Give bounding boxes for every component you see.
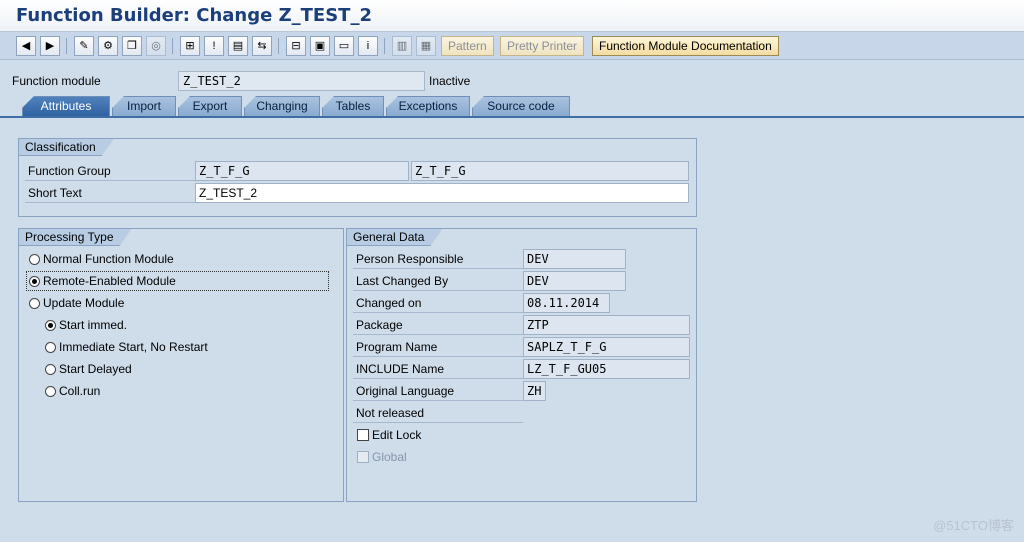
collective-run-label: Coll.run [59,384,101,398]
tab-changing[interactable]: Changing [244,96,320,116]
stack-icon[interactable]: ▦ [416,36,436,56]
radio-icon [45,363,56,375]
watermark: @51CTO博客 [933,518,1014,533]
include-name-label: INCLUDE Name [353,359,523,379]
radio-icon [45,341,56,353]
program-name-label: Program Name [353,337,523,357]
immediate-start-no-restart-radio[interactable]: Immediate Start, No Restart [45,337,208,357]
activate-icon[interactable]: ⚙ [98,36,118,56]
include-name-field: LZ_T_F_GU05 [523,359,690,379]
forward-arrow-icon[interactable]: ▶ [40,36,60,56]
person-responsible-field: DEV [523,249,626,269]
radio-icon [45,385,56,397]
remote-enabled-module-radio[interactable]: Remote-Enabled Module [29,271,176,291]
last-changed-by-label: Last Changed By [353,271,523,291]
changed-on-field: 08.11.2014 [523,293,610,313]
function-group-field[interactable]: Z_T_F_G [195,161,409,181]
classification-group: Classification Function Group Z_T_F_G Z_… [18,138,697,217]
frame-icon[interactable]: ▣ [310,36,330,56]
edit-lock-label: Edit Lock [372,428,422,442]
immediate-start-no-restart-label: Immediate Start, No Restart [59,340,208,354]
tab-source-code[interactable]: Source code [472,96,570,116]
original-language-field: ZH [523,381,546,401]
update-module-radio[interactable]: Update Module [29,293,124,313]
pattern-button[interactable]: Pattern [441,36,494,56]
changed-on-label: Changed on [353,293,523,313]
function-module-label: Function module [12,74,101,88]
start-delayed-radio[interactable]: Start Delayed [45,359,132,379]
checkbox-icon [357,429,369,441]
normal-function-module-radio[interactable]: Normal Function Module [29,249,174,269]
general-data-title: General Data [347,229,442,246]
program-name-field: SAPLZ_T_F_G [523,337,690,357]
toolbar-separator [278,38,279,54]
collective-run-radio[interactable]: Coll.run [45,381,100,401]
radio-selected-icon [29,275,40,287]
activation-status: Inactive [429,74,471,88]
function-group-label: Function Group [25,161,195,181]
display-object-list-icon[interactable]: ! [204,36,224,56]
function-group-text: Z_T_F_G [411,161,689,181]
tab-tables[interactable]: Tables [322,96,384,116]
print-icon[interactable]: ⊟ [286,36,306,56]
person-responsible-label: Person Responsible [353,249,523,269]
short-text-field[interactable]: Z_TEST_2 [195,183,689,203]
original-language-label: Original Language [353,381,523,401]
tab-exceptions[interactable]: Exceptions [386,96,470,116]
last-changed-by-field: DEV [523,271,626,291]
info-icon[interactable]: i [358,36,378,56]
package-field: ZTP [523,315,690,335]
global-checkbox: Global [357,447,407,467]
where-used-icon[interactable]: ◎ [146,36,166,56]
start-immediately-radio[interactable]: Start immed. [45,315,127,335]
processing-type-title: Processing Type [19,229,132,246]
release-status: Not released [353,403,523,423]
package-label: Package [353,315,523,335]
global-label: Global [372,450,407,464]
navigate-icon[interactable]: ⊞ [180,36,200,56]
tab-attributes[interactable]: Attributes [22,96,110,116]
toolbar-separator [384,38,385,54]
insert-icon[interactable]: ▤ [228,36,248,56]
tab-import[interactable]: Import [112,96,176,116]
application-toolbar: ◀ ▶ ✎ ⚙ ❐ ◎ ⊞ ! ▤ ⇆ ⊟ ▣ ▭ i ▥ ▦ Pattern … [0,32,1024,60]
checkbox-icon [357,451,369,463]
window-title: Function Builder: Change Z_TEST_2 [16,5,372,26]
normal-function-module-label: Normal Function Module [43,252,174,266]
start-delayed-label: Start Delayed [59,362,132,376]
function-module-field[interactable]: Z_TEST_2 [178,71,425,91]
function-module-icon[interactable]: ▥ [392,36,412,56]
processing-type-group: Processing Type Normal Function Module R… [18,228,344,502]
tab-export[interactable]: Export [178,96,242,116]
other-object-icon[interactable]: ❐ [122,36,142,56]
remote-enabled-module-label: Remote-Enabled Module [43,274,176,288]
general-data-group: General Data Person Responsible DEV Last… [346,228,697,502]
hierarchy-icon[interactable]: ⇆ [252,36,272,56]
radio-selected-icon [45,319,56,331]
update-module-label: Update Module [43,296,125,310]
start-immediately-label: Start immed. [59,318,128,332]
test-icon[interactable]: ▭ [334,36,354,56]
classification-title: Classification [19,139,114,156]
display-change-icon[interactable]: ✎ [74,36,94,56]
pretty-printer-button[interactable]: Pretty Printer [500,36,585,56]
edit-lock-checkbox[interactable]: Edit Lock [357,425,421,445]
title-bar: Function Builder: Change Z_TEST_2 [0,0,1024,32]
tab-strip: Attributes Import Export Changing Tables… [0,96,1024,118]
toolbar-separator [172,38,173,54]
toolbar-separator [66,38,67,54]
radio-icon [29,253,40,265]
short-text-label: Short Text [25,183,195,203]
attributes-panel: Classification Function Group Z_T_F_G Z_… [10,122,1024,542]
back-arrow-icon[interactable]: ◀ [16,36,36,56]
function-module-documentation-button[interactable]: Function Module Documentation [592,36,779,56]
radio-icon [29,297,40,309]
